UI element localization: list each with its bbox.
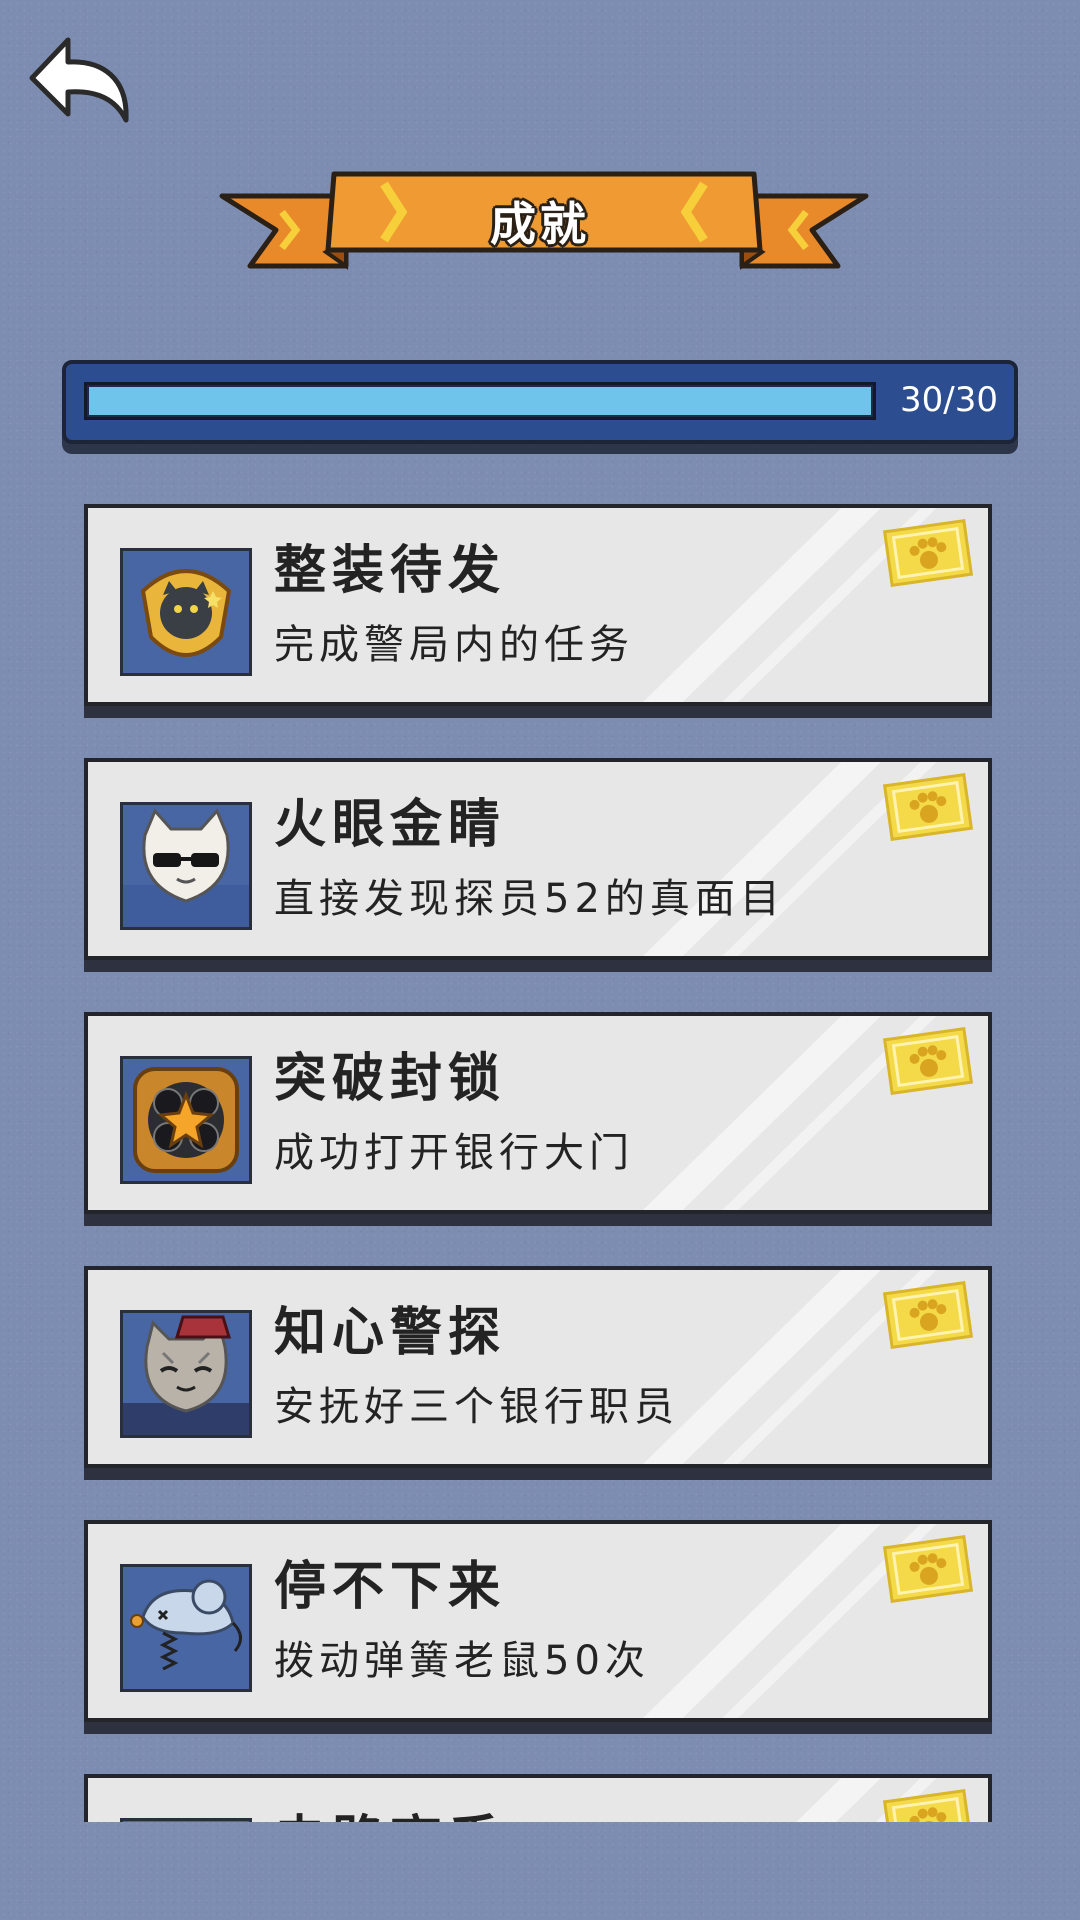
achievement-title: 电路高手	[274, 1798, 506, 1822]
achievement-title: 整装待发	[274, 541, 507, 601]
progress-track	[84, 382, 876, 420]
paw-stamp-icon	[882, 773, 974, 841]
paw-stamp-icon	[882, 519, 974, 587]
achievement-title: 火眼金睛	[274, 795, 507, 855]
bank-door-lock-icon	[120, 1056, 252, 1184]
achievement-description: 拨动弹簧老鼠50次	[274, 1638, 650, 1684]
progress-count: 30/30	[900, 380, 998, 420]
achievement-description: 成功打开银行大门	[274, 1130, 634, 1176]
cat-with-sunglasses-icon	[120, 802, 252, 930]
page-title: 成就	[490, 197, 590, 251]
paw-stamp-icon	[882, 1789, 974, 1822]
back-button[interactable]	[28, 34, 132, 130]
achievement-list[interactable]: 整装待发 完成警局内的任务 火眼金睛 直接发现探员52的真面目 突破封锁 成功打…	[0, 500, 1080, 1822]
achievement-title: 突破封锁	[274, 1049, 507, 1109]
achievement-description: 安抚好三个银行职员	[274, 1384, 679, 1430]
achievement-card[interactable]: 火眼金睛 直接发现探员52的真面目	[84, 758, 992, 960]
achievement-title: 停不下来	[274, 1557, 507, 1617]
police-badge-cat-icon	[120, 548, 252, 676]
spring-mouse-toy-icon	[120, 1564, 252, 1692]
achievement-title: 知心警探	[274, 1303, 507, 1363]
circuit-icon	[120, 1818, 252, 1822]
achievement-card[interactable]: 突破封锁 成功打开银行大门	[84, 1012, 992, 1214]
paw-stamp-icon	[882, 1281, 974, 1349]
achievement-card[interactable]: 整装待发 完成警局内的任务	[84, 504, 992, 706]
achievement-progress-bar: 30/30	[62, 360, 1018, 444]
achievement-card[interactable]: 知心警探 安抚好三个银行职员	[84, 1266, 992, 1468]
paw-stamp-icon	[882, 1535, 974, 1603]
progress-fill	[89, 387, 871, 415]
achievement-description: 完成警局内的任务	[274, 622, 634, 668]
smiling-cat-detective-icon	[120, 1310, 252, 1438]
back-arrow-icon	[29, 37, 129, 123]
achievement-description: 直接发现探员52的真面目	[274, 876, 785, 922]
paw-stamp-icon	[882, 1027, 974, 1095]
achievement-card[interactable]: 电路高手	[84, 1774, 992, 1822]
achievement-card[interactable]: 停不下来 拨动弹簧老鼠50次	[84, 1520, 992, 1722]
